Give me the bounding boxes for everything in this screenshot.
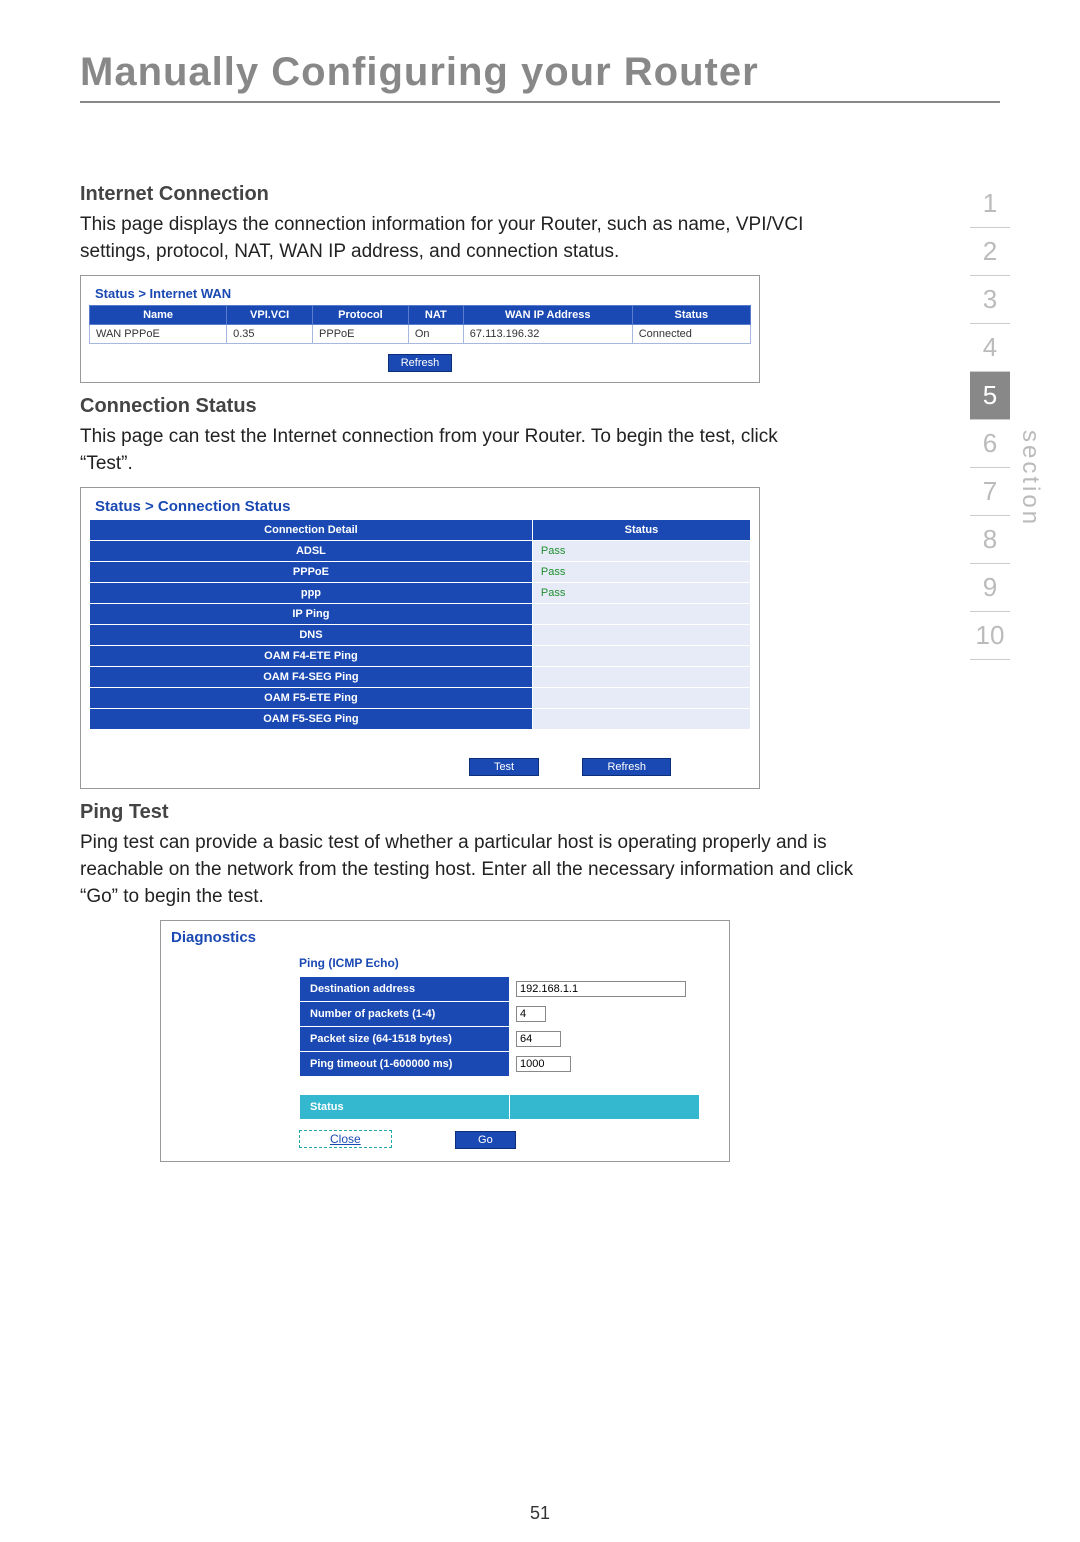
section-nav-8[interactable]: 8 (970, 516, 1010, 564)
text-ping-test: Ping test can provide a basic test of wh… (80, 830, 860, 910)
cell-detail: IP Ping (90, 604, 533, 625)
cell-name: WAN PPPoE (90, 325, 227, 344)
section-nav-1[interactable]: 1 (970, 180, 1010, 228)
cell-detail: OAM F5-ETE Ping (90, 688, 533, 709)
panel-connection-status: Status > Connection Status Connection De… (80, 487, 760, 789)
cell-detail: DNS (90, 625, 533, 646)
close-button[interactable]: Close (299, 1130, 392, 1148)
text-internet-connection: This page displays the connection inform… (80, 212, 810, 265)
col-nat: NAT (408, 306, 463, 325)
cell-status (532, 646, 750, 667)
cell-status: Pass (532, 541, 750, 562)
cell-vpivci: 0.35 (227, 325, 313, 344)
col-name: Name (90, 306, 227, 325)
label-packet-size: Packet size (64-1518 bytes) (300, 1027, 510, 1052)
section-nav: 1 2 3 4 5 6 7 8 9 10 (970, 180, 1010, 660)
table-row: Ping timeout (1-600000 ms) (300, 1052, 700, 1077)
table-row: ADSLPass (90, 541, 751, 562)
col-status: Status (632, 306, 750, 325)
cell-status (532, 709, 750, 730)
cell-status (532, 604, 750, 625)
col-status: Status (532, 520, 750, 541)
packet-size-input[interactable] (516, 1031, 561, 1047)
section-nav-4[interactable]: 4 (970, 324, 1010, 372)
page-number: 51 (0, 1503, 1080, 1524)
panel-internet-wan: Status > Internet WAN Name VPI.VCI Proto… (80, 275, 760, 383)
table-row: PPPoEPass (90, 562, 751, 583)
cell-detail: PPPoE (90, 562, 533, 583)
cell-protocol: PPPoE (313, 325, 409, 344)
table-row: pppPass (90, 583, 751, 604)
breadcrumb-connection-status: Status > Connection Status (89, 494, 751, 519)
cell-status: Pass (532, 583, 750, 604)
value-status (510, 1095, 700, 1120)
cell-detail: OAM F4-SEG Ping (90, 667, 533, 688)
section-nav-3[interactable]: 3 (970, 276, 1010, 324)
heading-connection-status: Connection Status (80, 395, 1000, 418)
table-diagnostics: Destination address Number of packets (1… (299, 976, 700, 1120)
cell-status: Connected (632, 325, 750, 344)
table-row: OAM F5-SEG Ping (90, 709, 751, 730)
page-title: Manually Configuring your Router (80, 50, 1000, 103)
table-internet-wan: Name VPI.VCI Protocol NAT WAN IP Address… (89, 305, 751, 344)
table-row: Destination address (300, 977, 700, 1002)
test-button[interactable]: Test (469, 758, 539, 776)
breadcrumb-internet-wan: Status > Internet WAN (89, 282, 751, 305)
table-row: Packet size (64-1518 bytes) (300, 1027, 700, 1052)
heading-internet-connection: Internet Connection (80, 183, 1000, 206)
number-of-packets-input[interactable] (516, 1006, 546, 1022)
col-vpivci: VPI.VCI (227, 306, 313, 325)
cell-status (532, 625, 750, 646)
label-ping-timeout: Ping timeout (1-600000 ms) (300, 1052, 510, 1077)
section-nav-10[interactable]: 10 (970, 612, 1010, 660)
section-nav-2[interactable]: 2 (970, 228, 1010, 276)
diagnostics-title: Diagnostics (169, 927, 721, 952)
cell-status (532, 688, 750, 709)
section-label: section (1016, 430, 1044, 527)
go-button[interactable]: Go (455, 1131, 516, 1149)
refresh-button[interactable]: Refresh (582, 758, 671, 776)
table-row: DNS (90, 625, 751, 646)
cell-status (532, 667, 750, 688)
heading-ping-test: Ping Test (80, 801, 1000, 824)
table-row: OAM F5-ETE Ping (90, 688, 751, 709)
cell-wan-ip: 67.113.196.32 (463, 325, 632, 344)
section-nav-7[interactable]: 7 (970, 468, 1010, 516)
section-nav-6[interactable]: 6 (970, 420, 1010, 468)
section-nav-5[interactable]: 5 (970, 372, 1010, 420)
cell-detail: OAM F4-ETE Ping (90, 646, 533, 667)
diagnostics-subheading: Ping (ICMP Echo) (169, 952, 721, 976)
table-row: OAM F4-SEG Ping (90, 667, 751, 688)
table-connection-status: Connection Detail Status ADSLPass PPPoEP… (89, 519, 751, 730)
label-status: Status (300, 1095, 510, 1120)
cell-detail: ppp (90, 583, 533, 604)
destination-address-input[interactable] (516, 981, 686, 997)
table-row: OAM F4-ETE Ping (90, 646, 751, 667)
label-destination-address: Destination address (300, 977, 510, 1002)
cell-status: Pass (532, 562, 750, 583)
panel-diagnostics: Diagnostics Ping (ICMP Echo) Destination… (160, 920, 730, 1162)
section-nav-9[interactable]: 9 (970, 564, 1010, 612)
cell-detail: ADSL (90, 541, 533, 562)
col-protocol: Protocol (313, 306, 409, 325)
table-row: Status (300, 1095, 700, 1120)
cell-nat: On (408, 325, 463, 344)
col-connection-detail: Connection Detail (90, 520, 533, 541)
table-row: Number of packets (1-4) (300, 1002, 700, 1027)
label-number-of-packets: Number of packets (1-4) (300, 1002, 510, 1027)
col-wan-ip: WAN IP Address (463, 306, 632, 325)
refresh-button[interactable]: Refresh (388, 354, 453, 372)
text-connection-status: This page can test the Internet connecti… (80, 424, 810, 477)
ping-timeout-input[interactable] (516, 1056, 571, 1072)
table-row: IP Ping (90, 604, 751, 625)
table-row: WAN PPPoE 0.35 PPPoE On 67.113.196.32 Co… (90, 325, 751, 344)
cell-detail: OAM F5-SEG Ping (90, 709, 533, 730)
